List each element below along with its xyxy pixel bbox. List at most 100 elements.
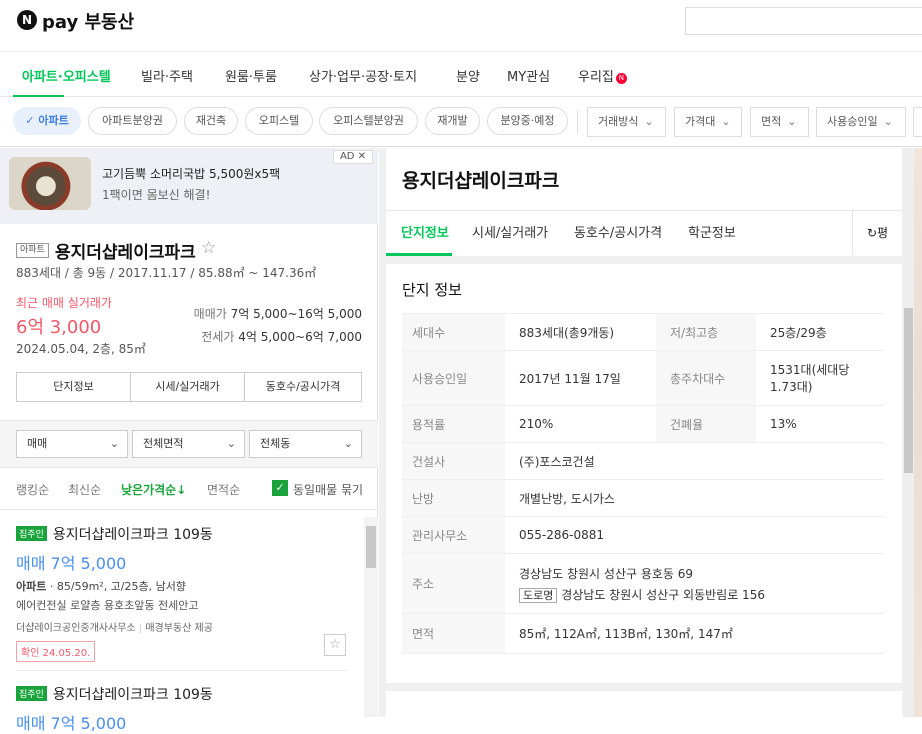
ad-subtitle[interactable]: 1팩이면 몸보신 해결! xyxy=(102,186,210,203)
value: 개별난방, 도시가스 xyxy=(505,479,884,517)
unit-label: 평 xyxy=(877,226,889,240)
confirm-date: 확인 24.05.20. xyxy=(16,641,96,662)
value: 210% xyxy=(505,405,656,443)
dropdown-label: 사용승인일 xyxy=(827,115,878,128)
nav-oneroom[interactable]: 원룸·투룸 xyxy=(225,66,277,85)
sale-price-range: 매매가 7억 5,000~16억 5,000 xyxy=(194,305,362,322)
group-checkbox[interactable]: ✓ xyxy=(272,480,288,496)
ad-label: AD xyxy=(339,151,355,162)
sort-area[interactable]: 면적순 xyxy=(207,481,240,498)
listing-title: 용지더샵레이크파크 109동 xyxy=(52,687,213,703)
header: N pay 부동산 xyxy=(0,0,922,52)
naver-logo-icon[interactable]: N xyxy=(17,10,37,30)
select-area[interactable]: 전체면적 ⌄ xyxy=(132,430,245,458)
type-tag: 아파트 xyxy=(16,243,49,258)
chip-presale-scheduled[interactable]: 분양중·예정 xyxy=(487,107,568,135)
recent-trade-price: 6억 3,000 xyxy=(16,317,102,338)
sort-low-price[interactable]: 낮은가격순↓ xyxy=(121,481,186,498)
unit-price-button[interactable]: 동호수/공시가격 xyxy=(244,372,362,402)
dropdown-area[interactable]: 면적 ⌄ xyxy=(750,107,809,137)
section-title: 단지 정보 xyxy=(402,281,462,299)
chip-officetel-presale[interactable]: 오피스텔분양권 xyxy=(319,107,418,135)
select-trade-type[interactable]: 매매 ⌄ xyxy=(16,430,128,458)
nav-myhome-label: 우리집 xyxy=(578,70,614,85)
dropdown-approval-date[interactable]: 사용승인일 ⌄ xyxy=(816,107,906,137)
chip-apartment[interactable]: ✓ 아파트 xyxy=(13,107,81,135)
road-address: 경상남도 창원시 성산구 외동반림로 156 xyxy=(561,587,765,602)
chevron-down-icon: ⌄ xyxy=(226,437,236,450)
label: 건설사 xyxy=(402,442,505,480)
value: 1531대(세대당 1.73대) xyxy=(756,350,884,406)
chevron-down-icon: ⌄ xyxy=(343,437,353,450)
label: 주소 xyxy=(402,553,505,614)
group-label[interactable]: 동일매물 묶기 xyxy=(293,481,363,498)
ad-badge[interactable]: AD ✕ xyxy=(333,150,373,164)
jeonse-range: 4억 5,000~6억 7,000 xyxy=(238,330,362,344)
nav-presale[interactable]: 분양 xyxy=(456,66,480,85)
section-gap xyxy=(386,683,902,691)
dropdown-label: 거래방식 xyxy=(598,115,639,128)
ad-title[interactable]: 고기듬뿍 소머리국밥 5,500원x5팩 xyxy=(102,165,280,182)
nav-villa[interactable]: 빌라·주택 xyxy=(141,66,193,85)
detail-scrollbar[interactable] xyxy=(903,148,914,717)
listing-provider: 매경부동산 제공 xyxy=(145,623,213,634)
nav-commercial[interactable]: 상가·업무·공장·토지 xyxy=(309,66,417,85)
dropdown-trade-type[interactable]: 거래방식 ⌄ xyxy=(587,107,666,137)
tab-complex-info[interactable]: 단지정보 xyxy=(401,222,449,241)
label: 용적률 xyxy=(402,405,505,443)
select-building[interactable]: 전체동 ⌄ xyxy=(249,430,362,458)
divider xyxy=(386,210,902,211)
scrollbar-thumb[interactable] xyxy=(366,526,376,568)
nav-my[interactable]: MY관심 xyxy=(507,66,550,85)
dropdown-price[interactable]: 가격대 ⌄ xyxy=(674,107,742,137)
ad-image[interactable] xyxy=(9,157,91,210)
chip-reconstruction[interactable]: 재건축 xyxy=(184,107,238,135)
divider xyxy=(16,670,348,671)
complex-info-button[interactable]: 단지정보 xyxy=(16,372,131,402)
favorite-star-icon[interactable]: ☆ xyxy=(201,238,216,258)
nav-myhome[interactable]: 우리집 N xyxy=(578,66,627,85)
listing-item[interactable]: 집주인 용지더샵레이크파크 109동 매매 7억 5,000 xyxy=(16,684,356,734)
sale-range: 7억 5,000~16억 5,000 xyxy=(230,307,362,321)
listing-favorite-star-icon[interactable]: ☆ xyxy=(324,634,346,656)
price-trade-button[interactable]: 시세/실거래가 xyxy=(130,372,245,402)
close-icon[interactable]: ✕ xyxy=(358,151,366,162)
label: 관리사무소 xyxy=(402,516,505,554)
value: 2017년 11월 17일 xyxy=(505,350,656,406)
owner-tag: 집주인 xyxy=(16,686,47,701)
nav-apartment[interactable]: 아파트·오피스텔 xyxy=(22,66,111,85)
tab-price[interactable]: 시세/실거래가 xyxy=(472,222,548,241)
section-gap xyxy=(386,256,902,264)
dropdown-more[interactable] xyxy=(913,107,922,137)
value: 85㎡, 112A㎡, 113B㎡, 130㎡, 147㎡ xyxy=(505,613,884,654)
value[interactable]: (주)포스코건설 xyxy=(505,442,884,480)
sort-ranking[interactable]: 랭킹순 xyxy=(16,481,49,498)
detail-title: 용지더샵레이크파크 xyxy=(402,170,560,192)
new-badge: N xyxy=(615,73,627,84)
sale-label: 매매가 xyxy=(193,307,227,321)
divider xyxy=(0,509,378,510)
complex-name: 용지더샵레이크파크 xyxy=(55,243,196,263)
listing-item[interactable]: 집주인 용지더샵레이크파크 109동 매매 7억 5,000 아파트 · 85/5… xyxy=(16,524,356,662)
label: 저/최고층 xyxy=(656,313,756,351)
area-unit-toggle[interactable]: ↻평 xyxy=(852,211,902,255)
chip-officetel[interactable]: 오피스텔 xyxy=(245,107,313,135)
sort-latest[interactable]: 최신순 xyxy=(68,481,101,498)
listing-desc: 에어컨전실 로얄층 용호초앞동 전세안고 xyxy=(16,599,199,612)
scrollbar-thumb[interactable] xyxy=(904,308,913,473)
logo-text[interactable]: pay 부동산 xyxy=(42,8,134,34)
tab-school[interactable]: 학군정보 xyxy=(688,222,736,241)
complex-info-table: 세대수 883세대(총9개동) 저/최고층 25층/29층 사용승인일 2017년 11… xyxy=(402,313,884,654)
tab-unit-price[interactable]: 동호수/공시가격 xyxy=(574,222,662,241)
map-area[interactable] xyxy=(914,148,922,717)
label: 총주차대수 xyxy=(656,350,756,406)
chevron-down-icon: ⌄ xyxy=(883,115,893,128)
chip-redevelopment[interactable]: 재개발 xyxy=(425,107,480,135)
select-label: 전체동 xyxy=(260,437,291,450)
search-input[interactable] xyxy=(685,7,922,35)
chip-apt-presale-right[interactable]: 아파트분양권 xyxy=(88,107,177,135)
dropdown-label: 면적 xyxy=(761,115,782,128)
list-scrollbar[interactable] xyxy=(364,517,378,717)
listing-agent[interactable]: 더샵레이크공인중개사사무소 xyxy=(16,623,136,634)
value: 883세대(총9개동) xyxy=(505,313,656,351)
